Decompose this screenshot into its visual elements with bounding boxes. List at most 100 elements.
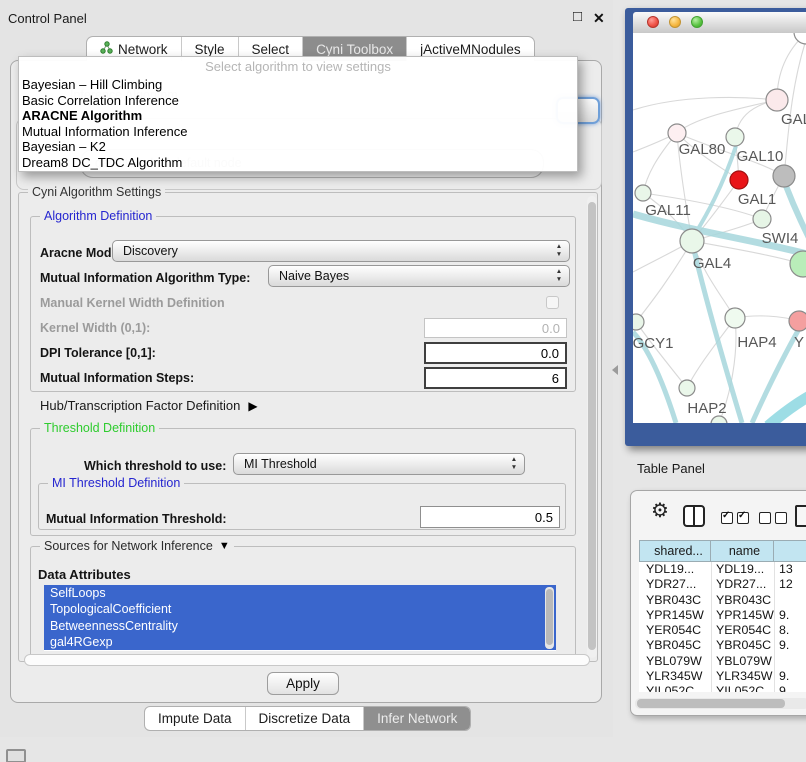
table-cell: 13 <box>774 562 806 577</box>
node-gal80[interactable] <box>668 124 686 142</box>
column-header-name[interactable]: name <box>711 540 774 562</box>
column-header-shared-name[interactable]: shared... <box>639 540 711 562</box>
node-unlabeled[interactable] <box>794 33 806 44</box>
algorithm-option[interactable]: Dream8 DC_TDC Algorithm <box>19 155 577 171</box>
bottom-tab-infer-network[interactable]: Infer Network <box>363 707 470 730</box>
float-panel-icon[interactable]: □ <box>573 8 582 25</box>
node-hap2[interactable] <box>679 380 695 396</box>
table-row[interactable]: YDL19...YDL19...13 <box>639 562 806 577</box>
field-value: 0.0 <box>542 321 560 336</box>
algorithm-definition-title: Algorithm Definition <box>40 209 156 223</box>
table-cell: YDR27... <box>711 577 774 592</box>
bottom-tab-impute-data[interactable]: Impute Data <box>145 707 245 730</box>
mi-threshold-field[interactable]: 0.5 <box>420 506 560 528</box>
bottom-tab-discretize-data[interactable]: Discretize Data <box>245 707 364 730</box>
which-threshold-select[interactable]: MI Threshold ▲▼ <box>233 453 525 475</box>
apply-button[interactable]: Apply <box>267 672 339 695</box>
column-layout-icon[interactable] <box>683 505 705 527</box>
sources-group-title: Sources for Network Inference <box>44 539 213 553</box>
list-scrollbar[interactable] <box>545 587 554 649</box>
field-value: 6 <box>552 371 559 386</box>
algorithm-option[interactable]: Mutual Information Inference <box>19 124 577 140</box>
table-scrollbar-thumb[interactable] <box>637 699 785 708</box>
tab-label: Cyni Toolbox <box>316 42 393 57</box>
node-bottom[interactable] <box>711 416 727 423</box>
mi-threshold-definition-title: MI Threshold Definition <box>48 476 184 490</box>
manual-kernel-checkbox[interactable] <box>546 296 559 309</box>
hub-definition-toggle[interactable]: Hub/Transcription Factor Definition ▶ <box>40 398 258 413</box>
settings-gear-icon[interactable]: ⚙ <box>651 498 669 523</box>
algorithm-option[interactable]: Bayesian – Hill Climbing <box>19 77 577 93</box>
algorithm-option[interactable]: Bayesian – K2 <box>19 139 577 155</box>
table-row[interactable]: YIL052CYIL052C9 <box>639 684 806 692</box>
table-cell: YPR145W <box>639 608 711 623</box>
table-cell <box>774 593 806 608</box>
dpi-tolerance-field[interactable]: 0.0 <box>424 342 567 364</box>
network-canvas[interactable]: GAL GAL80 GAL10 GAL1 GAL11 SWI4 GAL4 GCY… <box>633 33 806 423</box>
data-attribute-item[interactable]: SelfLoops <box>44 585 556 601</box>
table-cell: YBR043C <box>711 593 774 608</box>
node-green-right[interactable] <box>790 251 806 277</box>
algorithm-dropdown-list: Bayesian – Hill ClimbingBasic Correlatio… <box>19 77 577 171</box>
table-cell: YBR045C <box>639 638 711 653</box>
minimized-panel-icon[interactable] <box>6 749 26 762</box>
node-gray[interactable] <box>773 165 795 187</box>
algorithm-option[interactable]: Basic Correlation Inference <box>19 93 577 109</box>
horizontal-scrollbar[interactable] <box>24 654 590 666</box>
data-attribute-item[interactable]: gal4RGexp <box>44 634 556 650</box>
node-label-gcy1: GCY1 <box>633 335 673 352</box>
settings-scrollbar-thumb[interactable] <box>588 202 596 650</box>
expand-right-icon: ▶ <box>248 399 257 413</box>
network-window-titlebar[interactable] <box>633 12 806 34</box>
export-table-icon[interactable] <box>795 505 806 527</box>
combo-value: Naive Bayes <box>279 266 349 286</box>
node-label-gal1: GAL1 <box>738 191 776 208</box>
table-cell: 9. <box>774 608 806 623</box>
mi-type-label: Mutual Information Algorithm Type: <box>40 271 250 285</box>
node-gcy1[interactable] <box>633 314 644 330</box>
stepper-icon: ▲▼ <box>554 268 564 284</box>
node-gal11[interactable] <box>635 185 651 201</box>
close-window-icon[interactable] <box>647 16 659 28</box>
node-gal4[interactable] <box>680 229 704 253</box>
node-gal10[interactable] <box>726 128 744 146</box>
aracne-mode-select[interactable]: Discovery ▲▼ <box>112 240 570 262</box>
table-horizontal-scrollbar[interactable] <box>635 698 806 709</box>
screen: Control Panel □ ✕ NetworkStyleSelectCyni… <box>0 0 806 762</box>
mi-type-select[interactable]: Naive Bayes ▲▼ <box>268 265 570 287</box>
algorithm-option[interactable]: ARACNE Algorithm <box>19 108 577 124</box>
data-attribute-item[interactable]: TopologicalCoefficient <box>44 601 556 617</box>
zoom-window-icon[interactable] <box>691 16 703 28</box>
table-row[interactable]: YER054CYER054C8. <box>639 623 806 638</box>
node-pink-right[interactable] <box>789 311 806 331</box>
table-row[interactable]: YLR345WYLR345W9. <box>639 669 806 684</box>
mi-steps-field[interactable]: 6 <box>424 367 567 389</box>
network-window: GAL GAL80 GAL10 GAL1 GAL11 SWI4 GAL4 GCY… <box>625 8 806 446</box>
settings-scrollbar[interactable] <box>587 196 597 658</box>
table-cell: YBL079W <box>639 654 711 669</box>
node-hap4[interactable] <box>725 308 745 328</box>
table-row[interactable]: YBR045CYBR045C9. <box>639 638 806 653</box>
node-red-selected[interactable] <box>730 171 748 189</box>
table-row[interactable]: YPR145WYPR145W9. <box>639 608 806 623</box>
list-scrollbar-thumb[interactable] <box>546 589 553 645</box>
table-row[interactable]: YBL079WYBL079W <box>639 654 806 669</box>
close-panel-icon[interactable]: ✕ <box>593 10 605 27</box>
data-attribute-item[interactable]: BetweennessCentrality <box>44 618 556 634</box>
node-gal-top[interactable] <box>766 89 788 111</box>
table-cell: YIL052C <box>711 684 774 692</box>
table-row[interactable]: YDR27...YDR27...12 <box>639 577 806 592</box>
split-divider-arrow[interactable] <box>612 365 618 375</box>
table-cell: 9. <box>774 669 806 684</box>
sources-group-title-row: Sources for Network Inference ▼ <box>40 539 234 553</box>
minimize-window-icon[interactable] <box>669 16 681 28</box>
column-header-clipped[interactable] <box>774 540 806 562</box>
deselect-all-columns-icon[interactable] <box>759 512 787 524</box>
table-cell: 12 <box>774 577 806 592</box>
select-all-columns-icon[interactable] <box>721 512 749 524</box>
data-attributes-list[interactable]: SelfLoopsTopologicalCoefficientBetweenne… <box>44 585 556 651</box>
node-gal1[interactable] <box>753 210 771 228</box>
table-row[interactable]: YBR043CYBR043C <box>639 593 806 608</box>
tab-label: Select <box>252 42 290 57</box>
collapse-down-icon[interactable]: ▼ <box>219 540 230 552</box>
